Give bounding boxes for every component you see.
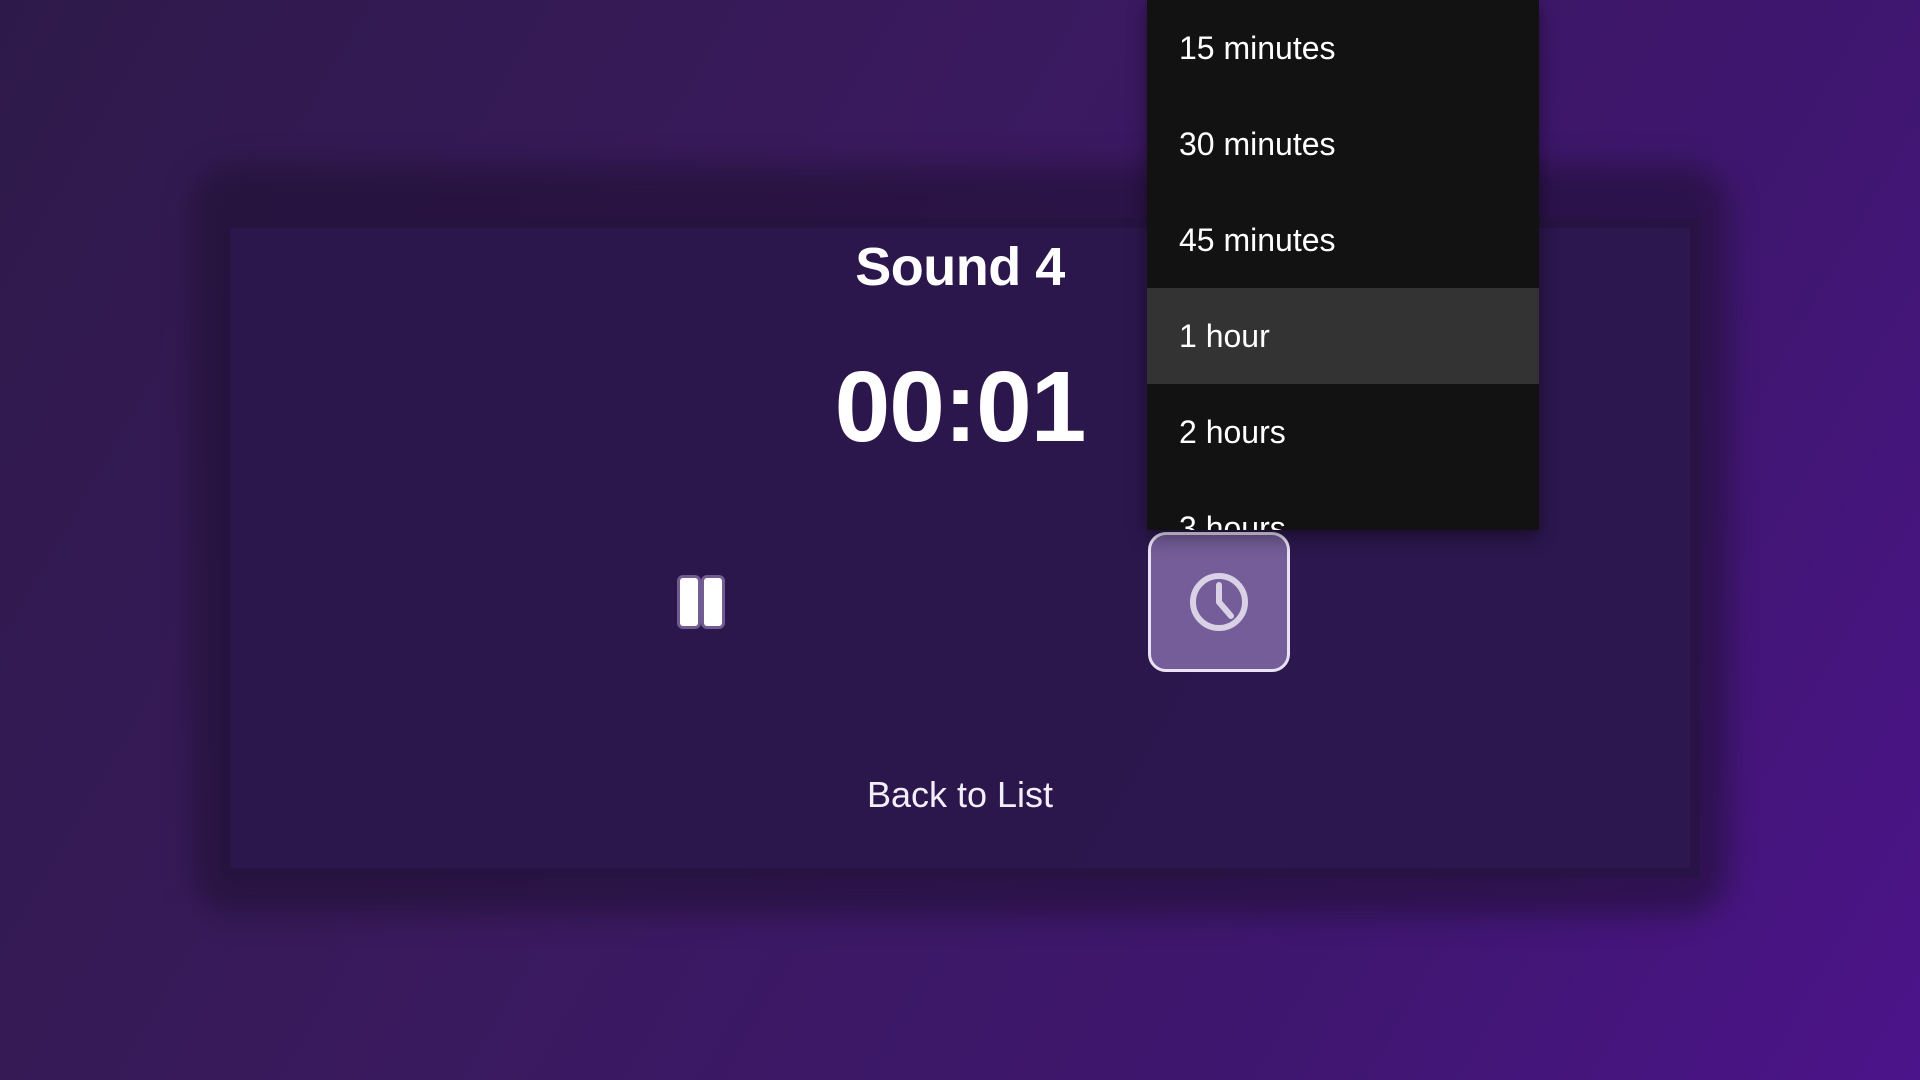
- sound-title: Sound 4: [855, 237, 1065, 297]
- timer-option-3-hours[interactable]: 3 hours: [1147, 480, 1539, 531]
- timer-option-15-minutes[interactable]: 15 minutes: [1147, 0, 1539, 96]
- sleep-timer-button[interactable]: [1148, 532, 1290, 672]
- sleep-timer-dropdown: 15 minutes 30 minutes 45 minutes 1 hour …: [1147, 0, 1539, 530]
- back-to-list-link[interactable]: Back to List: [0, 774, 1920, 816]
- pause-icon-bar: [704, 578, 722, 626]
- timer-option-2-hours[interactable]: 2 hours: [1147, 384, 1539, 480]
- clock-icon: [1190, 573, 1248, 631]
- timer-option-45-minutes[interactable]: 45 minutes: [1147, 192, 1539, 288]
- elapsed-time: 00:01: [834, 351, 1087, 463]
- timer-option-1-hour[interactable]: 1 hour: [1147, 288, 1539, 384]
- timer-option-30-minutes[interactable]: 30 minutes: [1147, 96, 1539, 192]
- pause-icon: [680, 578, 698, 626]
- pause-button[interactable]: [668, 572, 734, 632]
